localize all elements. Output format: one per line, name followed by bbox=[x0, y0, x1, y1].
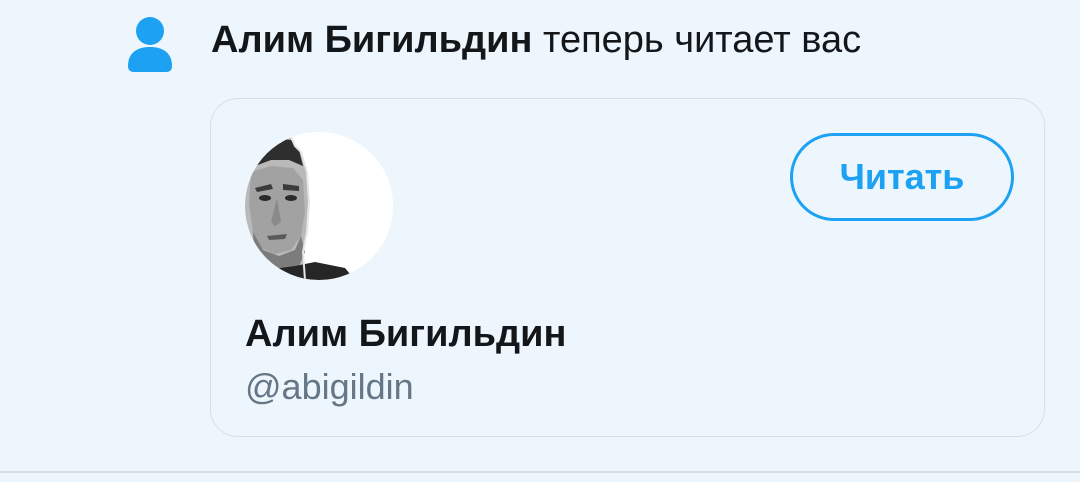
notification-action-text: теперь читает вас bbox=[542, 19, 862, 61]
person-icon bbox=[126, 16, 174, 72]
user-display-name[interactable]: Алим Бигильдин bbox=[245, 309, 566, 359]
notification-text: Алим Бигильдин теперь читает вас bbox=[211, 14, 861, 66]
user-handle[interactable]: @abigildin bbox=[245, 363, 414, 411]
avatar[interactable] bbox=[245, 132, 393, 280]
divider bbox=[0, 471, 1080, 473]
follow-button[interactable]: Читать bbox=[790, 133, 1014, 221]
follow-notification[interactable]: Алим Бигильдин теперь читает вас Читать … bbox=[0, 0, 1080, 471]
notification-actor-name[interactable]: Алим Бигильдин bbox=[211, 19, 532, 61]
user-card[interactable]: Читать Алим Бигильдин @abigildin bbox=[210, 98, 1045, 437]
